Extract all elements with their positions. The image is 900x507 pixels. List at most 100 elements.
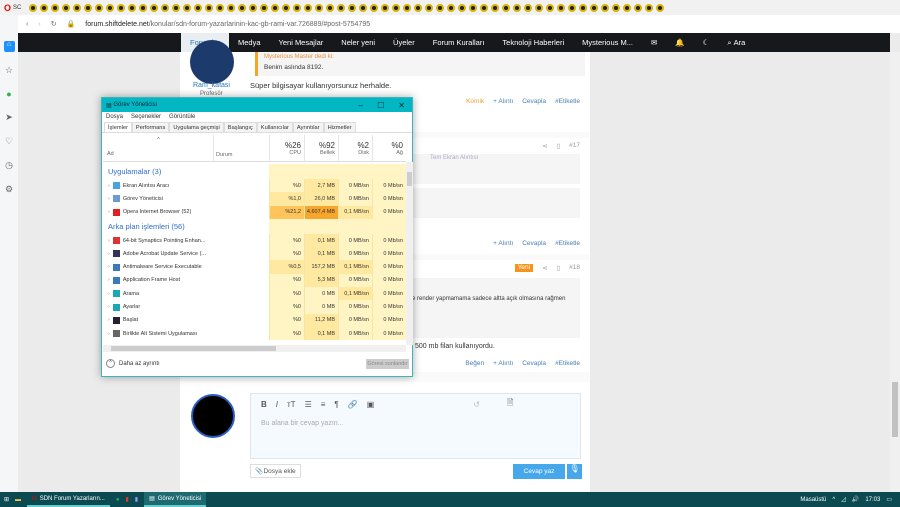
tab-favicon[interactable]	[227, 3, 236, 12]
menu-goruntule[interactable]: Görüntüle	[169, 114, 195, 120]
tag-button[interactable]: #Etiketle	[555, 360, 580, 367]
notifications-icon[interactable]: ▭	[886, 496, 892, 503]
undo-icon[interactable]: ↺	[473, 400, 480, 409]
nav-uyeler[interactable]: Üyeler	[384, 33, 424, 52]
tab-favicon[interactable]	[458, 3, 467, 12]
taskbar-task-manager[interactable]: ▤ Görev Yöneticisi	[144, 492, 207, 507]
tab-favicon[interactable]	[139, 3, 148, 12]
tab-favicon[interactable]	[645, 3, 654, 12]
tab-favicon[interactable]	[601, 3, 610, 12]
expand-chevron-icon[interactable]: ›	[108, 304, 110, 310]
tab-favicon[interactable]	[634, 3, 643, 12]
tab-favicon[interactable]	[425, 3, 434, 12]
tab-favicon[interactable]	[491, 3, 500, 12]
tab-favicon[interactable]	[447, 3, 456, 12]
reply-input[interactable]: Bu alana bir cevap yazın...	[251, 414, 580, 433]
tab-favicon[interactable]	[106, 3, 115, 12]
tab-favicon[interactable]	[480, 3, 489, 12]
post-number[interactable]: #18	[569, 264, 580, 272]
end-task-button[interactable]: Görevi sonlandır	[366, 359, 409, 369]
vertical-scrollbar[interactable]	[406, 162, 413, 345]
tab-favicon[interactable]	[62, 3, 71, 12]
expand-chevron-icon[interactable]: ›	[108, 196, 110, 202]
nav-forum-kurallari[interactable]: Forum Kuralları	[424, 33, 494, 52]
post-number[interactable]: #17	[569, 142, 580, 150]
tab-favicon[interactable]	[326, 3, 335, 12]
back-icon[interactable]: ‹	[26, 21, 28, 28]
tab-favicon[interactable]	[436, 3, 445, 12]
share-icon[interactable]: ⋖	[542, 264, 547, 272]
close-button[interactable]: ✕	[398, 101, 405, 110]
tab-favicon[interactable]	[282, 3, 291, 12]
tab-favicon[interactable]	[95, 3, 104, 12]
url-text[interactable]: forum.shiftdelete.net/konular/sdn-forum-…	[85, 21, 370, 28]
tab-favicon[interactable]	[579, 3, 588, 12]
column-cpu[interactable]: %26 CPU	[269, 135, 304, 162]
process-row[interactable]: › Application Frame Host %0 5,3 MB 0 MB/sn 0 …	[103, 273, 406, 288]
start-icon[interactable]: ⊞	[4, 496, 9, 503]
column-name[interactable]: ^ Ad	[103, 135, 213, 162]
nav-medya[interactable]: Medya	[229, 33, 270, 52]
desktop-toolbar[interactable]: Masaüstü	[800, 497, 826, 503]
page-scrollbar[interactable]	[890, 52, 900, 492]
like-button[interactable]: Beğen	[465, 360, 484, 367]
submit-reply-button[interactable]: Cevap yaz	[513, 464, 565, 479]
spotify-icon[interactable]: ●	[116, 497, 120, 503]
tab-favicon[interactable]	[150, 3, 159, 12]
attach-file-button[interactable]: 📎 Dosya ekle	[250, 464, 301, 478]
tag-button[interactable]: #Etiketle	[555, 98, 580, 105]
process-row[interactable]: › Ayarlar %0 0 MB 0 MB/sn 0 Mb/sn	[103, 300, 406, 314]
user-menu[interactable]: Mysterious M...	[573, 33, 642, 52]
reload-icon[interactable]: ↻	[51, 20, 57, 28]
horizontal-scrollbar[interactable]	[103, 345, 406, 352]
preview-icon[interactable]: 🗎	[507, 397, 513, 411]
expand-chevron-icon[interactable]: ›	[108, 291, 110, 297]
tab-favicon[interactable]	[260, 3, 269, 12]
tab-favicon[interactable]	[161, 3, 170, 12]
maximize-button[interactable]: ☐	[377, 101, 384, 110]
tab-favicon[interactable]	[524, 3, 533, 12]
column-network[interactable]: %0 Ağ	[372, 135, 406, 162]
tab-favicon[interactable]	[216, 3, 225, 12]
minimize-button[interactable]: –	[359, 101, 363, 110]
expand-chevron-icon[interactable]: ›	[108, 264, 110, 270]
expand-chevron-icon[interactable]: ›	[108, 238, 110, 244]
less-details-button[interactable]: ^ Daha az ayrıntı	[106, 359, 160, 368]
bold-icon[interactable]: B	[261, 400, 267, 409]
expand-chevron-icon[interactable]: ›	[108, 209, 110, 215]
nav-neler-yeni[interactable]: Neler yeni	[332, 33, 384, 52]
clock[interactable]: 17:03	[865, 497, 880, 503]
tab-favicon[interactable]	[348, 3, 357, 12]
mail-icon[interactable]: ✉	[642, 33, 666, 52]
app-icon[interactable]: ▮	[135, 496, 138, 503]
opera-logo-icon[interactable]: O	[4, 3, 11, 13]
tab-favicon[interactable]	[315, 3, 324, 12]
send-icon[interactable]: ➤	[5, 112, 13, 123]
tab-uygulama-gecmisi[interactable]: Uygulama geçmişi	[169, 122, 224, 132]
tab-favicon[interactable]	[194, 3, 203, 12]
bookmark-icon[interactable]: ▯	[557, 142, 561, 150]
nav-yeni-mesajlar[interactable]: Yeni Mesajlar	[270, 33, 333, 52]
tab-favicon[interactable]	[271, 3, 280, 12]
expand-chevron-icon[interactable]: ›	[108, 331, 110, 337]
tab-favicon[interactable]	[205, 3, 214, 12]
home-icon[interactable]: ⌂	[3, 41, 15, 52]
tab-hizmetler[interactable]: Hizmetler	[323, 122, 356, 132]
process-row[interactable]: › Opera Internet Browser (52) %21,2 4.607,4…	[103, 205, 406, 219]
tab-favicon[interactable]	[612, 3, 621, 12]
list-icon[interactable]: ☰	[305, 400, 312, 409]
tab-favicon[interactable]	[623, 3, 632, 12]
file-explorer-icon[interactable]: ▬	[15, 497, 21, 503]
settings-icon[interactable]: ⚙	[5, 184, 13, 195]
tab-performans[interactable]: Performans	[131, 122, 170, 132]
italic-icon[interactable]: I	[276, 400, 278, 409]
process-row[interactable]: › Ekran Alıntısı Aracı %0 2,7 MB 0 MB/sn 0 Mb…	[103, 179, 406, 193]
share-icon[interactable]: ⋖	[542, 142, 547, 150]
expand-chevron-icon[interactable]: ›	[108, 183, 110, 189]
tab-favicon[interactable]	[513, 3, 522, 12]
tab-label[interactable]: SC	[13, 5, 21, 11]
reply-editor[interactable]: B IтT ☰ ≡ ¶ 🔗 ▣ ↺ 🗎 Bu alana bir cevap yazın...	[250, 393, 581, 459]
font-size-icon[interactable]: тT	[287, 400, 296, 409]
tab-favicon[interactable]	[359, 3, 368, 12]
expand-chevron-icon[interactable]: ›	[108, 277, 110, 283]
